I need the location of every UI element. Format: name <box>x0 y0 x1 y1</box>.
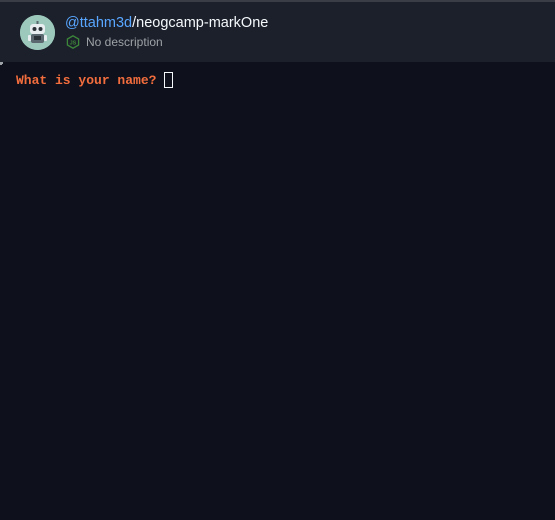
repl-title: @ttahm3d/neogcamp-markOne <box>65 15 268 31</box>
repl-header: @ttahm3d/neogcamp-markOne JS No descript… <box>0 2 555 62</box>
description-row: JS No description <box>66 34 163 50</box>
terminal-corner-marker <box>0 62 3 65</box>
repl-name-link[interactable]: neogcamp-markOne <box>136 15 268 31</box>
svg-text:JS: JS <box>70 40 77 46</box>
prompt-line: What is your name? <box>16 72 174 88</box>
owner-link[interactable]: @ttahm3d <box>65 15 132 31</box>
console-terminal[interactable]: What is your name? <box>0 62 555 520</box>
terminal-prompt: What is your name? <box>16 72 165 88</box>
robot-avatar-icon[interactable] <box>20 15 55 50</box>
nodejs-icon: JS <box>66 35 80 49</box>
repl-description: No description <box>86 35 163 49</box>
terminal-cursor[interactable] <box>164 72 174 88</box>
